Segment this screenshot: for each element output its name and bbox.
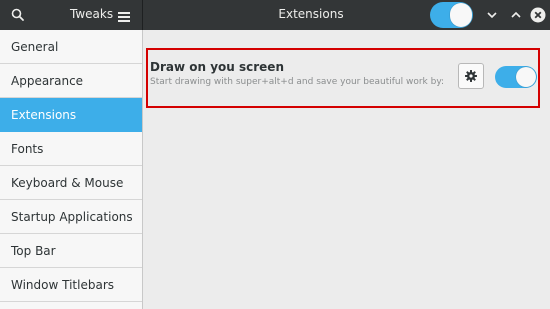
extensions-global-toggle[interactable] [430, 2, 473, 28]
extension-description: Start drawing with super+alt+d and save … [150, 77, 445, 87]
sidebar-item-window-titlebars[interactable]: Window Titlebars [0, 268, 142, 302]
sidebar: General Appearance Extensions Fonts Keyb… [0, 30, 143, 309]
close-icon [530, 7, 546, 23]
sidebar-item-general[interactable]: General [0, 30, 142, 64]
extension-settings-button[interactable] [458, 63, 484, 89]
page-title-text: Extensions [278, 7, 344, 21]
toggle-knob [516, 67, 536, 87]
extension-row: Draw on you screen Start drawing with su… [146, 48, 540, 108]
chevron-up-icon [511, 11, 521, 18]
gear-icon [465, 70, 477, 82]
sidebar-item-keyboard-mouse[interactable]: Keyboard & Mouse [0, 166, 142, 200]
sidebar-item-startup-applications[interactable]: Startup Applications [0, 200, 142, 234]
extensions-panel: Draw on you screen Start drawing with su… [143, 30, 550, 309]
sidebar-item-extensions[interactable]: Extensions [0, 98, 142, 132]
sidebar-header: Tweaks [0, 0, 142, 30]
menu-button[interactable] [118, 8, 130, 22]
sidebar-item-appearance[interactable]: Appearance [0, 64, 142, 98]
sidebar-item-top-bar[interactable]: Top Bar [0, 234, 142, 268]
minimize-button[interactable] [484, 7, 500, 23]
extension-name: Draw on you screen [150, 60, 284, 74]
toggle-knob [450, 3, 472, 27]
search-icon [11, 8, 24, 21]
sidebar-item-fonts[interactable]: Fonts [0, 132, 142, 166]
app-title: Tweaks [70, 7, 114, 21]
maximize-button[interactable] [508, 7, 524, 23]
close-button[interactable] [530, 7, 546, 23]
header-divider [142, 0, 143, 30]
search-button[interactable] [10, 7, 26, 23]
header-bar: Tweaks Extensions [0, 0, 550, 30]
chevron-down-icon [487, 12, 497, 19]
hamburger-menu-icon [118, 12, 130, 22]
extension-toggle[interactable] [495, 66, 537, 88]
